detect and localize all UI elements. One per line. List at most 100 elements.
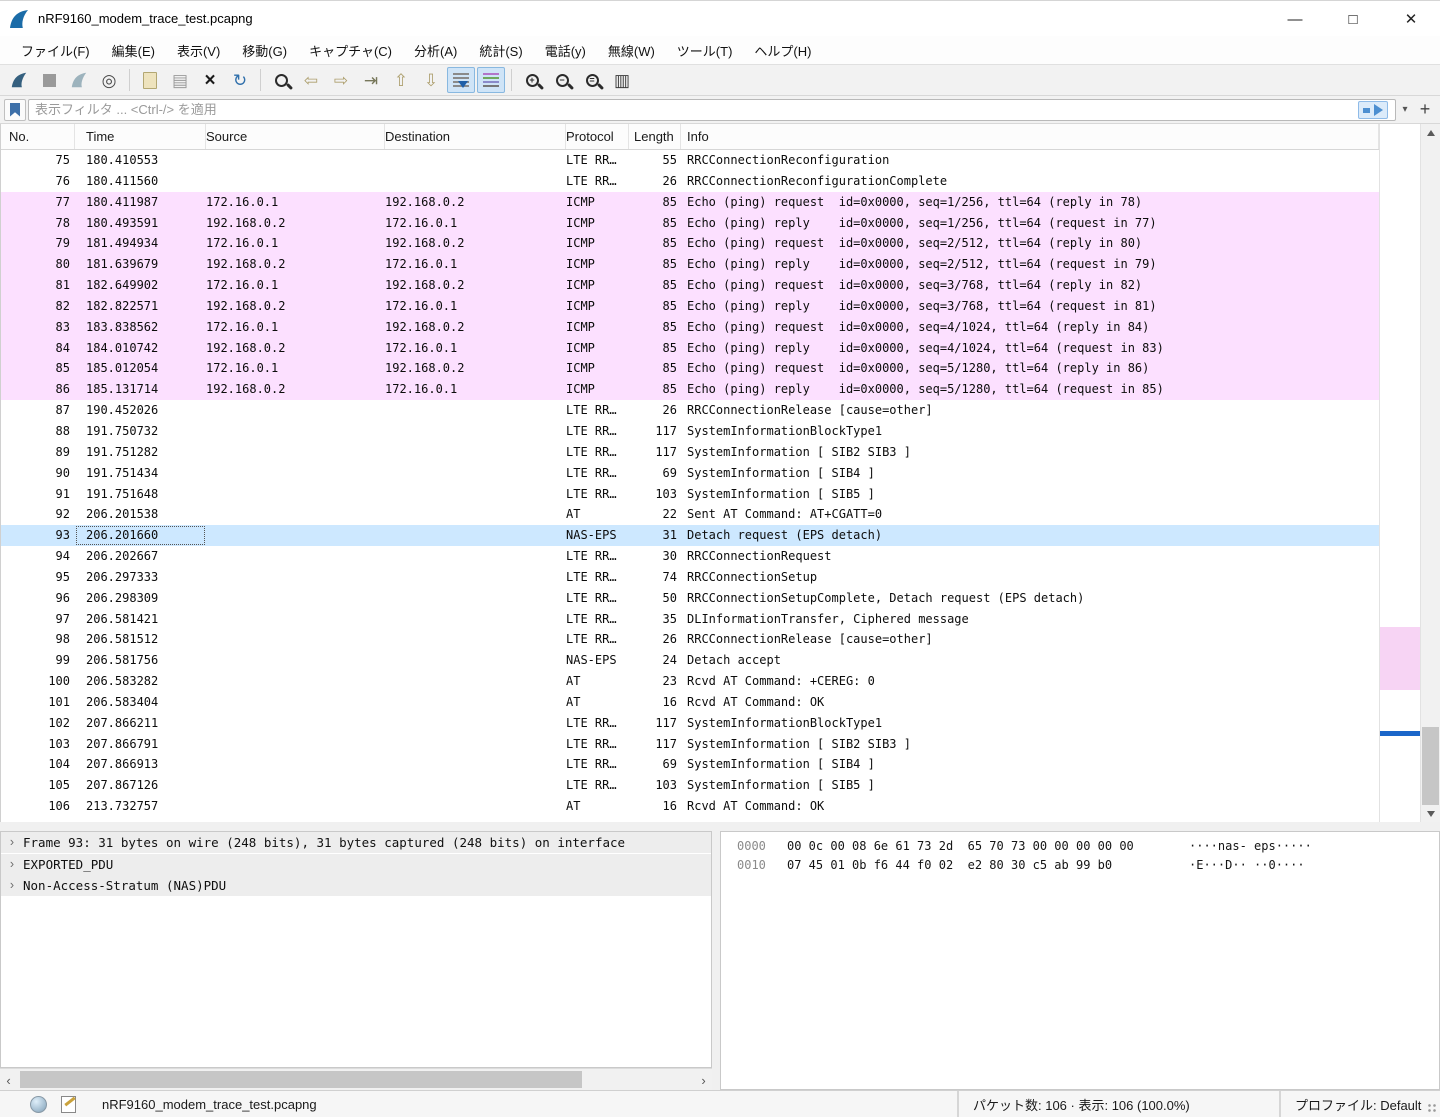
packet-row[interactable]: 85185.012054172.16.0.1192.168.0.2ICMP85E… [1,358,1379,379]
panel-splitter[interactable] [0,822,1440,831]
hex-row[interactable]: 001007 45 01 0b f6 44 f0 02 e2 80 30 c5 … [721,856,1439,875]
restart-capture-icon[interactable] [65,67,93,93]
column-header-time[interactable]: Time [75,124,206,149]
zoom-in-icon[interactable]: + [518,67,546,93]
packet-row[interactable]: 105207.867126LTE RR…103SystemInformation… [1,775,1379,796]
menu-item-7[interactable]: 電話(y) [534,37,597,64]
minimize-button[interactable]: — [1266,1,1324,37]
detail-tree-row[interactable]: ›EXPORTED_PDU [1,854,711,875]
auto-scroll-icon[interactable] [447,67,475,93]
close-file-icon[interactable]: × [196,67,224,93]
packet-row[interactable]: 98206.581512LTE RR…26RRCConnectionReleas… [1,629,1379,650]
colorize-icon[interactable] [477,67,505,93]
column-header-protocol[interactable]: Protocol [566,124,629,149]
column-header-destination[interactable]: Destination [385,124,566,149]
go-forward-icon[interactable]: ⇨ [327,67,355,93]
column-header-no[interactable]: No. [1,124,75,149]
resize-grip[interactable] [1427,1103,1437,1113]
close-button[interactable]: ✕ [1382,1,1440,37]
menu-item-10[interactable]: ヘルプ(H) [743,37,822,64]
packet-row[interactable]: 89191.751282LTE RR…117SystemInformation … [1,442,1379,463]
capture-options-icon[interactable]: ◎ [95,67,123,93]
detail-hex-divider[interactable] [712,831,720,1090]
display-filter-input[interactable] [28,99,1396,121]
scroll-down-arrow[interactable] [1421,805,1440,822]
packet-row[interactable]: 75180.410553LTE RR…55RRCConnectionReconf… [1,150,1379,171]
detail-horizontal-scrollbar[interactable]: ‹ › [0,1068,712,1090]
menu-item-1[interactable]: 編集(E) [101,37,166,64]
intelligent-scrollbar-minimap[interactable] [1379,124,1421,822]
packet-row[interactable]: 90191.751434LTE RR…69SystemInformation [… [1,463,1379,484]
menu-item-2[interactable]: 表示(V) [166,37,231,64]
capture-comment-icon[interactable] [61,1096,76,1113]
go-first-icon[interactable]: ⇧ [387,67,415,93]
menu-item-5[interactable]: 分析(A) [403,37,468,64]
packet-row[interactable]: 84184.010742192.168.0.2172.16.0.1ICMP85E… [1,338,1379,359]
packet-row[interactable]: 82182.822571192.168.0.2172.16.0.1ICMP85E… [1,296,1379,317]
packet-row[interactable]: 104207.866913LTE RR…69SystemInformation … [1,754,1379,775]
packet-row[interactable]: 81182.649902172.16.0.1192.168.0.2ICMP85E… [1,275,1379,296]
packet-row[interactable]: 99206.581756NAS-EPS24Detach accept [1,650,1379,671]
go-last-icon[interactable]: ⇩ [417,67,445,93]
packet-row[interactable]: 88191.750732LTE RR…117SystemInformationB… [1,421,1379,442]
resize-columns-icon[interactable]: ▥ [608,67,636,93]
detail-tree-row[interactable]: ›Non-Access-Stratum (NAS)PDU [1,875,711,896]
packet-row[interactable]: 80181.639679192.168.0.2172.16.0.1ICMP85E… [1,254,1379,275]
expand-arrow-icon[interactable]: › [1,875,23,896]
packet-row[interactable]: 97206.581421LTE RR…35DLInformationTransf… [1,609,1379,630]
go-to-packet-icon[interactable]: ⇥ [357,67,385,93]
packet-row[interactable]: 95206.297333LTE RR…74RRCConnectionSetup [1,567,1379,588]
filter-bookmark-button[interactable] [4,99,26,121]
packet-row[interactable]: 106213.732757AT16Rcvd AT Command: OK [1,796,1379,817]
packet-list-vertical-scrollbar[interactable] [1421,124,1440,822]
hex-row[interactable]: 000000 0c 00 08 6e 61 73 2d 65 70 73 00 … [721,837,1439,856]
packet-row[interactable]: 91191.751648LTE RR…103SystemInformation … [1,484,1379,505]
expert-info-icon[interactable] [30,1096,47,1113]
add-filter-button[interactable]: + [1414,99,1436,121]
menu-item-4[interactable]: キャプチャ(C) [298,37,403,64]
expand-arrow-icon[interactable]: › [1,832,23,853]
packet-row[interactable]: 101206.583404AT16Rcvd AT Command: OK [1,692,1379,713]
zoom-reset-icon[interactable]: = [578,67,606,93]
packet-row[interactable]: 86185.131714192.168.0.2172.16.0.1ICMP85E… [1,379,1379,400]
open-file-icon[interactable] [136,67,164,93]
find-packet-icon[interactable] [267,67,295,93]
scroll-left-arrow[interactable]: ‹ [0,1069,17,1091]
packet-row[interactable]: 102207.866211LTE RR…117SystemInformation… [1,713,1379,734]
packet-row[interactable]: 76180.411560LTE RR…26RRCConnectionReconf… [1,171,1379,192]
packet-row[interactable]: 77180.411987172.16.0.1192.168.0.2ICMP85E… [1,192,1379,213]
horizontal-scrollbar-thumb[interactable] [20,1071,582,1088]
filter-dropdown-button[interactable]: ▾ [1396,99,1414,121]
menu-item-9[interactable]: ツール(T) [666,37,744,64]
save-file-icon[interactable]: ▤ [166,67,194,93]
reload-file-icon[interactable]: ↻ [226,67,254,93]
menu-item-3[interactable]: 移動(G) [231,37,298,64]
maximize-button[interactable]: □ [1324,1,1382,37]
stop-capture-icon[interactable] [35,67,63,93]
column-header-length[interactable]: Length [629,124,681,149]
packet-row[interactable]: 78180.493591192.168.0.2172.16.0.1ICMP85E… [1,213,1379,234]
start-capture-icon[interactable] [5,67,33,93]
packet-row[interactable]: 79181.494934172.16.0.1192.168.0.2ICMP85E… [1,233,1379,254]
menu-item-8[interactable]: 無線(W) [597,37,666,64]
go-back-icon[interactable]: ⇦ [297,67,325,93]
packet-row[interactable]: 87190.452026LTE RR…26RRCConnectionReleas… [1,400,1379,421]
packet-row[interactable]: 94206.202667LTE RR…30RRCConnectionReques… [1,546,1379,567]
menu-item-6[interactable]: 統計(S) [468,37,533,64]
expand-arrow-icon[interactable]: › [1,854,23,875]
vertical-scrollbar-thumb[interactable] [1422,727,1439,805]
column-header-source[interactable]: Source [206,124,385,149]
packet-row[interactable]: 93206.201660NAS-EPS31Detach request (EPS… [1,525,1379,546]
apply-filter-button[interactable] [1358,101,1388,119]
scroll-right-arrow[interactable]: › [695,1069,712,1091]
packet-row[interactable]: 96206.298309LTE RR…50RRCConnectionSetupC… [1,588,1379,609]
packet-row[interactable]: 83183.838562172.16.0.1192.168.0.2ICMP85E… [1,317,1379,338]
status-profile[interactable]: プロファイル: Default [1279,1091,1421,1117]
packet-row[interactable]: 100206.583282AT23Rcvd AT Command: +CEREG… [1,671,1379,692]
detail-tree-row[interactable]: ›Frame 93: 31 bytes on wire (248 bits), … [1,832,711,853]
menu-item-0[interactable]: ファイル(F) [10,37,101,64]
column-header-info[interactable]: Info [681,124,1379,149]
packet-row[interactable]: 92206.201538AT22Sent AT Command: AT+CGAT… [1,504,1379,525]
zoom-out-icon[interactable]: − [548,67,576,93]
scroll-up-arrow[interactable] [1421,124,1440,141]
